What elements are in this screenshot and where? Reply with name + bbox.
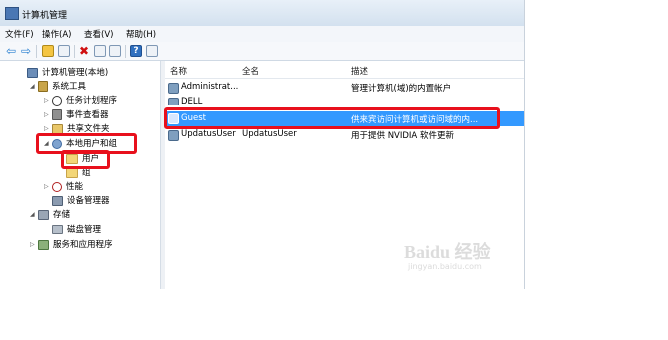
event-log-icon [52, 109, 62, 120]
tree-item-label: 设备管理器 [67, 196, 110, 206]
toolbar-separator [36, 45, 37, 58]
user-name: Administrat... [181, 82, 239, 92]
tree-item-label: 磁盘管理 [67, 225, 102, 235]
tree-item-label: 服务和应用程序 [53, 240, 113, 250]
expand-triangle-icon[interactable]: ▷ [44, 111, 52, 118]
storage-icon [38, 209, 49, 220]
user-description: 管理计算机(域)的内置帐户 [351, 84, 452, 94]
column-header-name[interactable]: 名称 [170, 65, 187, 77]
tree-item-system-tools[interactable]: ◢ 系统工具 [30, 80, 86, 93]
export-list-icon[interactable] [109, 45, 121, 57]
performance-icon [52, 181, 62, 192]
menu-view[interactable]: 查看(V) [84, 28, 113, 40]
folder-icon [66, 167, 78, 178]
title-bar: 计算机管理 [0, 0, 524, 27]
tree-item-label: 性能 [66, 182, 84, 192]
column-header-divider [165, 78, 524, 79]
computer-icon [27, 67, 38, 78]
up-level-icon[interactable] [42, 45, 54, 57]
clock-icon [52, 95, 62, 106]
device-manager-icon [52, 195, 63, 206]
table-row[interactable]: Administrat... 管理计算机(域)的内置帐户 [165, 81, 524, 95]
user-name: UpdatusUser [181, 129, 236, 139]
highlight-box-guest [164, 107, 500, 129]
table-row[interactable]: UpdatusUser UpdatusUser 用于提供 NVIDIA 软件更新 [165, 128, 524, 142]
show-hide-tree-icon[interactable] [58, 45, 70, 57]
expand-triangle-icon[interactable]: ▷ [44, 97, 52, 104]
tree-item-services-and-applications[interactable]: ▷ 服务和应用程序 [30, 238, 113, 251]
user-icon [168, 130, 179, 141]
user-fullname: UpdatusUser [242, 129, 297, 139]
tree-item-device-manager[interactable]: 设备管理器 [52, 194, 110, 207]
back-arrow-icon[interactable]: ⇦ [5, 45, 17, 57]
tree-item-computer-management[interactable]: 计算机管理(本地) [27, 66, 108, 79]
user-icon [168, 83, 179, 94]
menu-help[interactable]: 帮助(H) [126, 28, 156, 40]
tree-item-label: 任务计划程序 [66, 96, 118, 106]
tree-item-label: 计算机管理(本地) [42, 68, 109, 78]
highlight-box-users [61, 150, 110, 169]
disk-icon [52, 225, 63, 234]
shared-folder-icon [52, 123, 63, 134]
column-header-description[interactable]: 描述 [351, 65, 368, 77]
toolbar: ⇦ ⇨ ✖ ? [0, 42, 524, 61]
expand-triangle-icon[interactable]: ▷ [30, 241, 38, 248]
menu-action[interactable]: 操作(A) [42, 28, 71, 40]
menu-bar: 文件(F) 操作(A) 查看(V) 帮助(H) [0, 26, 524, 43]
user-name: DELL [181, 97, 203, 105]
tree-item-event-viewer[interactable]: ▷ 事件查看器 [44, 108, 109, 121]
toolbar-separator [74, 45, 75, 58]
tree-item-label: 事件查看器 [66, 110, 109, 120]
delete-icon[interactable]: ✖ [78, 45, 90, 57]
column-header-fullname[interactable]: 全名 [242, 65, 259, 77]
tree-item-label: 组 [82, 168, 91, 178]
tree-item-disk-management[interactable]: 磁盘管理 [52, 223, 101, 236]
watermark-logo-text: Baidu 经验 [404, 242, 491, 262]
expand-triangle-icon[interactable]: ▷ [44, 125, 52, 132]
tools-icon [38, 81, 48, 92]
navigation-tree: 计算机管理(本地) ◢ 系统工具 ▷ 任务计划程序 ▷ 事件查看器 ▷ 共享文件夹 ◢ 本… [0, 61, 160, 289]
expand-triangle-icon[interactable]: ▷ [44, 183, 52, 190]
baidu-watermark: Baidu 经验 jingyan.baidu.com [404, 238, 499, 278]
tree-item-performance[interactable]: ▷ 性能 [44, 180, 83, 193]
tree-item-label: 系统工具 [52, 82, 87, 92]
forward-arrow-icon[interactable]: ⇨ [20, 45, 32, 57]
table-row[interactable]: DELL [165, 96, 524, 105]
window-title: 计算机管理 [22, 11, 68, 21]
user-description: 用于提供 NVIDIA 软件更新 [351, 131, 454, 141]
properties-icon[interactable] [94, 45, 106, 57]
tree-item-label: 存储 [53, 210, 71, 220]
collapse-triangle-icon[interactable]: ◢ [30, 83, 38, 90]
tree-item-task-scheduler[interactable]: ▷ 任务计划程序 [44, 94, 117, 107]
show-action-pane-icon[interactable] [146, 45, 158, 57]
services-icon [38, 239, 49, 250]
help-icon[interactable]: ? [130, 45, 142, 57]
computer-management-icon [5, 7, 19, 20]
toolbar-separator [125, 45, 126, 58]
menu-file[interactable]: 文件(F) [5, 28, 34, 40]
tree-item-storage[interactable]: ◢ 存储 [30, 208, 70, 221]
user-icon [168, 98, 179, 105]
watermark-url: jingyan.baidu.com [408, 262, 482, 271]
collapse-triangle-icon[interactable]: ◢ [30, 211, 38, 218]
